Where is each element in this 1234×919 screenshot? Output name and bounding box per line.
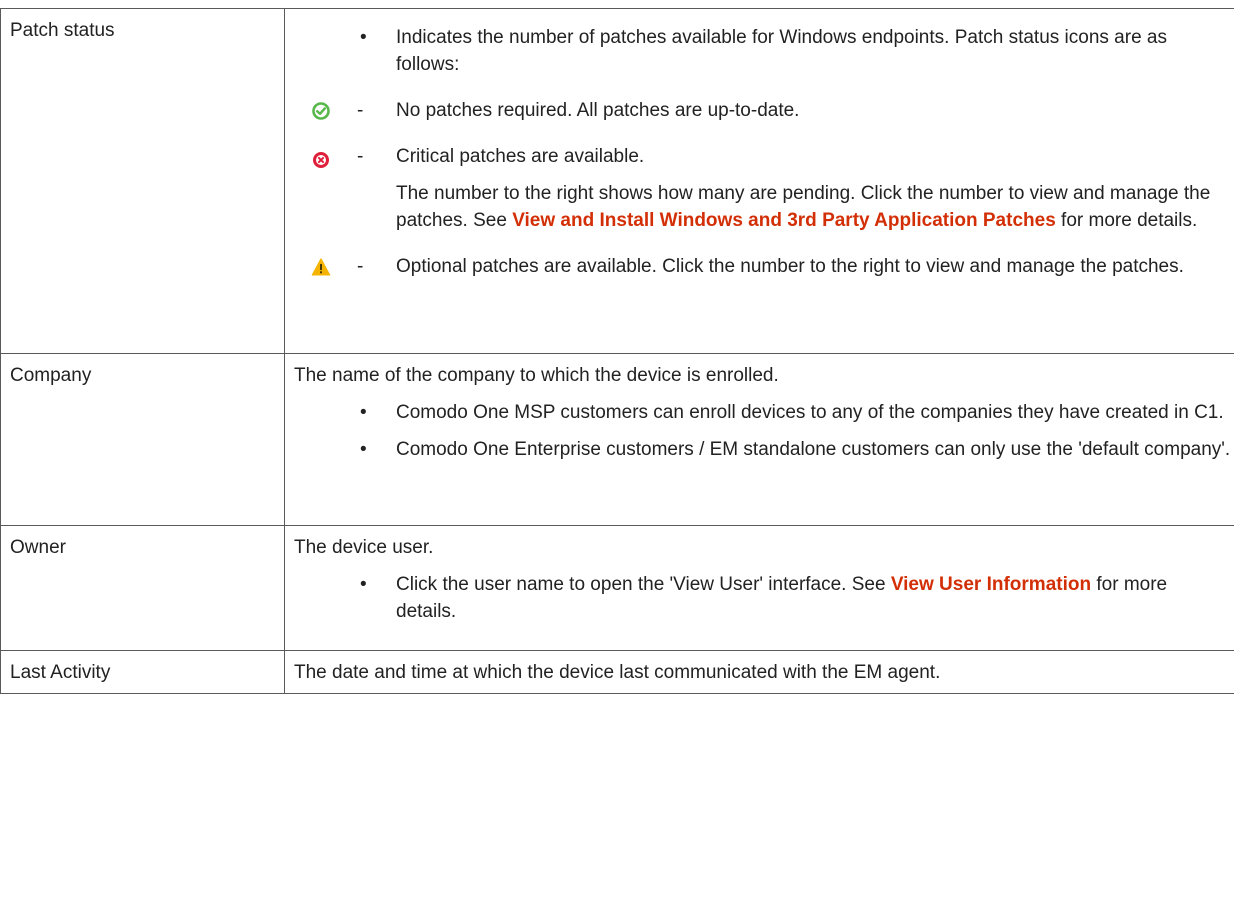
term-company: Company (10, 365, 92, 386)
status-text-critical: Critical patches are available. (396, 146, 645, 167)
owner-description: The device user. (294, 537, 434, 558)
owner-bullet-text: Click the user name to open the 'View Us… (396, 574, 891, 595)
dash-separator: - (357, 146, 364, 167)
bullet-dot: • (360, 27, 367, 48)
term-patch-status: Patch status (10, 20, 115, 41)
status-item-ok: - No patches required. All patches are u… (285, 97, 1234, 124)
warning-triangle-icon (311, 258, 331, 276)
term-cell: Company (0, 353, 285, 526)
table-row: Patch status • Indicates the number of p… (0, 8, 1234, 354)
term-owner: Owner (10, 537, 66, 558)
bullet-dot: • (360, 574, 367, 595)
company-bullet-enterprise: Comodo One Enterprise customers / EM sta… (396, 439, 1231, 460)
description-cell: • Indicates the number of patches availa… (284, 8, 1234, 354)
description-cell: The date and time at which the device la… (284, 650, 1234, 694)
bullet-item: • Click the user name to open the 'View … (285, 571, 1234, 625)
status-item-optional: - Optional patches are available. Click … (285, 253, 1234, 280)
view-user-information-link[interactable]: View User Information (891, 574, 1091, 595)
dash-separator: - (357, 100, 364, 121)
patch-status-intro: Indicates the number of patches availabl… (396, 27, 1167, 75)
term-cell: Patch status (0, 8, 285, 354)
term-last-activity: Last Activity (10, 662, 111, 683)
table-row: Last Activity The date and time at which… (0, 650, 1234, 694)
table-row: Owner The device user. • Click the user … (0, 525, 1234, 651)
company-bullet-msp: Comodo One MSP customers can enroll devi… (396, 402, 1224, 423)
critical-note-suffix: for more details. (1055, 210, 1198, 231)
status-item-critical: - Critical patches are available. (285, 143, 1234, 170)
view-install-patches-link[interactable]: View and Install Windows and 3rd Party A… (512, 210, 1056, 231)
company-description: The name of the company to which the dev… (294, 365, 779, 386)
definitions-table: Patch status • Indicates the number of p… (0, 8, 1234, 694)
critical-x-circle-icon (313, 152, 329, 168)
critical-note: The number to the right shows how many a… (285, 180, 1234, 234)
bullet-item: • Comodo One Enterprise customers / EM s… (285, 436, 1234, 463)
status-text-optional: Optional patches are available. Click th… (396, 256, 1184, 277)
status-text-ok: No patches required. All patches are up-… (396, 100, 800, 121)
dash-separator: - (357, 256, 364, 277)
last-activity-description: The date and time at which the device la… (294, 662, 941, 683)
bullet-item: • Indicates the number of patches availa… (285, 24, 1234, 78)
term-cell: Last Activity (0, 650, 285, 694)
bullet-dot: • (360, 402, 367, 423)
term-cell: Owner (0, 525, 285, 651)
check-circle-icon (312, 102, 330, 120)
description-cell: The name of the company to which the dev… (284, 353, 1234, 526)
bullet-item: • Comodo One MSP customers can enroll de… (285, 399, 1234, 426)
bullet-dot: • (360, 439, 367, 460)
table-row: Company The name of the company to which… (0, 353, 1234, 526)
description-cell: The device user. • Click the user name t… (284, 525, 1234, 651)
